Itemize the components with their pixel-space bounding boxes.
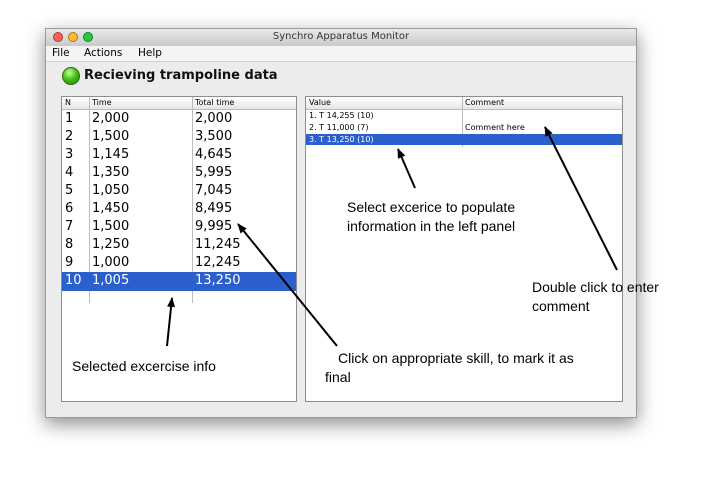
annotation-select-exercise: Select excerice to populate information … — [347, 199, 516, 234]
arrow-to-selected-row — [166, 297, 176, 347]
arrow-to-selected-skill — [397, 148, 416, 189]
annotation-double-click: Double click to enter comment — [532, 279, 659, 314]
annotation-selected-info: Selected excercise info — [72, 358, 216, 374]
annotation-arrows — [166, 126, 618, 347]
arrow-to-total-time — [237, 223, 338, 347]
annotation-click-skill: Click on appropriate skill, to mark it a… — [325, 350, 574, 385]
